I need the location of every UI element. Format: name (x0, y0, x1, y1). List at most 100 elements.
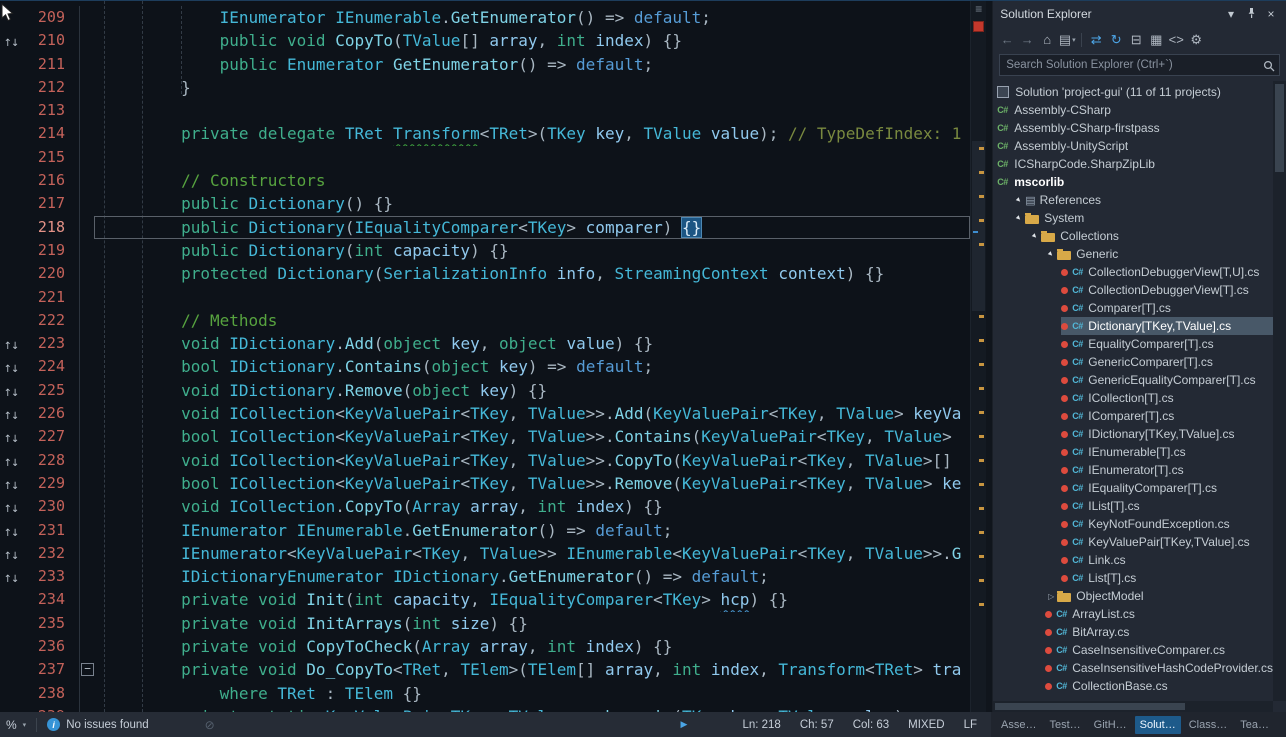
code-line[interactable]: ↑↓229 bool ICollection<KeyValuePair<TKey… (0, 472, 970, 495)
tree-item-folder[interactable]: ▼System (993, 209, 1273, 227)
code-line[interactable]: 213 (0, 99, 970, 122)
code-line[interactable]: ↑↓225 void IDictionary.Remove(object key… (0, 379, 970, 402)
gutter-margin[interactable] (0, 216, 22, 239)
panel-hscrollbar-thumb[interactable] (995, 703, 1185, 710)
tree-item-solution[interactable]: Solution 'project-gui' (11 of 11 project… (993, 83, 1273, 101)
fold-margin[interactable] (80, 542, 94, 565)
line-number[interactable]: 226 (22, 402, 80, 425)
tree-item-file[interactable]: C#EqualityComparer[T].cs (993, 335, 1273, 353)
tree-item-file[interactable]: C#CaseInsensitiveHashCodeProvider.cs (993, 659, 1273, 677)
line-number[interactable]: 214 (22, 122, 80, 145)
fold-margin[interactable] (80, 332, 94, 355)
line-number[interactable]: 219 (22, 239, 80, 262)
tree-item-file[interactable]: C#ArrayList.cs (993, 605, 1273, 623)
tree-item-project[interactable]: C#mscorlib (993, 173, 1273, 191)
pin-icon[interactable] (1243, 7, 1259, 22)
line-number[interactable]: 233 (22, 565, 80, 588)
line-number[interactable]: 235 (22, 612, 80, 635)
line-number[interactable]: 222 (22, 309, 80, 332)
fold-margin[interactable] (80, 53, 94, 76)
tree-item-file[interactable]: C#Comparer[T].cs (993, 299, 1273, 317)
fold-margin[interactable] (80, 565, 94, 588)
tree-item-project[interactable]: C#Assembly-CSharp (993, 101, 1273, 119)
line-number[interactable]: 224 (22, 355, 80, 378)
panel-scrollbar[interactable] (1273, 81, 1286, 701)
issues-status-icon[interactable]: i (47, 718, 60, 731)
notifications-icon[interactable]: ⊘ (205, 718, 215, 732)
tree-item-folder[interactable]: ▼Collections (993, 227, 1273, 245)
fold-margin[interactable] (80, 309, 94, 332)
gutter-margin[interactable]: ↑↓ (0, 355, 22, 378)
eol-indicator[interactable]: LF (964, 719, 977, 731)
zoom-control[interactable]: % ▾ (6, 718, 26, 732)
gutter-margin[interactable] (0, 262, 22, 285)
line-number[interactable]: 232 (22, 542, 80, 565)
gutter-margin[interactable] (0, 169, 22, 192)
fold-margin[interactable] (80, 192, 94, 215)
tree-item-file[interactable]: C#BitArray.cs (993, 623, 1273, 641)
code-line[interactable]: 235 private void InitArrays(int size) {} (0, 612, 970, 635)
tree-item-folder[interactable]: ▼Generic (993, 245, 1273, 263)
gutter-margin[interactable] (0, 286, 22, 309)
fold-margin[interactable] (80, 449, 94, 472)
fold-margin[interactable] (80, 122, 94, 145)
gutter-margin[interactable]: ↑↓ (0, 332, 22, 355)
tree-item-file[interactable]: C#CollectionBase.cs (993, 677, 1273, 695)
override-indicator-icon[interactable]: ↑↓ (4, 574, 19, 585)
gutter-margin[interactable] (0, 682, 22, 705)
fold-margin[interactable] (80, 239, 94, 262)
chevron-down-icon[interactable]: ▾ (1223, 7, 1239, 21)
tree-item-project[interactable]: C#Assembly-CSharp-firstpass (993, 119, 1273, 137)
gutter-margin[interactable] (0, 99, 22, 122)
override-indicator-icon[interactable]: ↑↓ (4, 551, 19, 562)
line-number[interactable]: 217 (22, 192, 80, 215)
gutter-margin[interactable]: ↑↓ (0, 29, 22, 52)
override-indicator-icon[interactable]: ↑↓ (4, 458, 19, 469)
gutter-margin[interactable] (0, 635, 22, 658)
override-indicator-icon[interactable]: ↑↓ (4, 411, 19, 422)
gutter-margin[interactable] (0, 53, 22, 76)
override-indicator-icon[interactable]: ↑↓ (4, 38, 19, 49)
tree-item-file[interactable]: C#Dictionary[TKey,TValue].cs (993, 317, 1273, 335)
gutter-margin[interactable]: ↑↓ (0, 495, 22, 518)
panel-tab[interactable]: Test… (1044, 716, 1085, 734)
code-line[interactable]: ↑↓224 bool IDictionary.Contains(object k… (0, 355, 970, 378)
editor-scrollbar[interactable]: ≡ (970, 1, 986, 712)
back-button[interactable]: ← (997, 30, 1017, 50)
issues-status-text[interactable]: No issues found (66, 719, 148, 731)
code-line[interactable]: ↑↓228 void ICollection<KeyValuePair<TKey… (0, 449, 970, 472)
gutter-margin[interactable]: ↑↓ (0, 402, 22, 425)
line-number[interactable]: 230 (22, 495, 80, 518)
code-line[interactable]: 239 private static KeyValuePair<TKey, TV… (0, 705, 970, 712)
expander-expanded-icon[interactable]: ▼ (1045, 247, 1058, 260)
fold-margin[interactable] (80, 99, 94, 122)
fold-margin[interactable] (80, 425, 94, 448)
line-number[interactable]: 231 (22, 519, 80, 542)
override-indicator-icon[interactable]: ↑↓ (4, 504, 19, 515)
gutter-margin[interactable] (0, 192, 22, 215)
override-indicator-icon[interactable]: ↑↓ (4, 388, 19, 399)
gutter-margin[interactable] (0, 309, 22, 332)
code-line[interactable]: 234 private void Init(int capacity, IEqu… (0, 588, 970, 611)
gutter-margin[interactable]: ↑↓ (0, 472, 22, 495)
line-number[interactable]: 216 (22, 169, 80, 192)
gutter-margin[interactable]: ↑↓ (0, 449, 22, 472)
line-number[interactable]: 211 (22, 53, 80, 76)
expander-expanded-icon[interactable]: ▼ (1013, 211, 1026, 224)
fold-margin[interactable] (80, 402, 94, 425)
line-number[interactable]: 209 (22, 6, 80, 29)
gutter-margin[interactable] (0, 612, 22, 635)
tree-item-file[interactable]: C#IDictionary[TKey,TValue].cs (993, 425, 1273, 443)
switch-views-button[interactable]: ▤▾ (1057, 30, 1077, 50)
line-number[interactable]: 220 (22, 262, 80, 285)
code-line[interactable]: 209 IEnumerator IEnumerable.GetEnumerato… (0, 6, 970, 29)
code-line[interactable]: 220 protected Dictionary(SerializationIn… (0, 262, 970, 285)
fold-margin[interactable] (80, 286, 94, 309)
gutter-margin[interactable]: ↑↓ (0, 542, 22, 565)
gutter-margin[interactable] (0, 76, 22, 99)
fold-margin[interactable]: − (80, 658, 94, 681)
gutter-margin[interactable] (0, 588, 22, 611)
line-number[interactable]: 228 (22, 449, 80, 472)
gutter-margin[interactable]: ↑↓ (0, 379, 22, 402)
fold-margin[interactable] (80, 6, 94, 29)
